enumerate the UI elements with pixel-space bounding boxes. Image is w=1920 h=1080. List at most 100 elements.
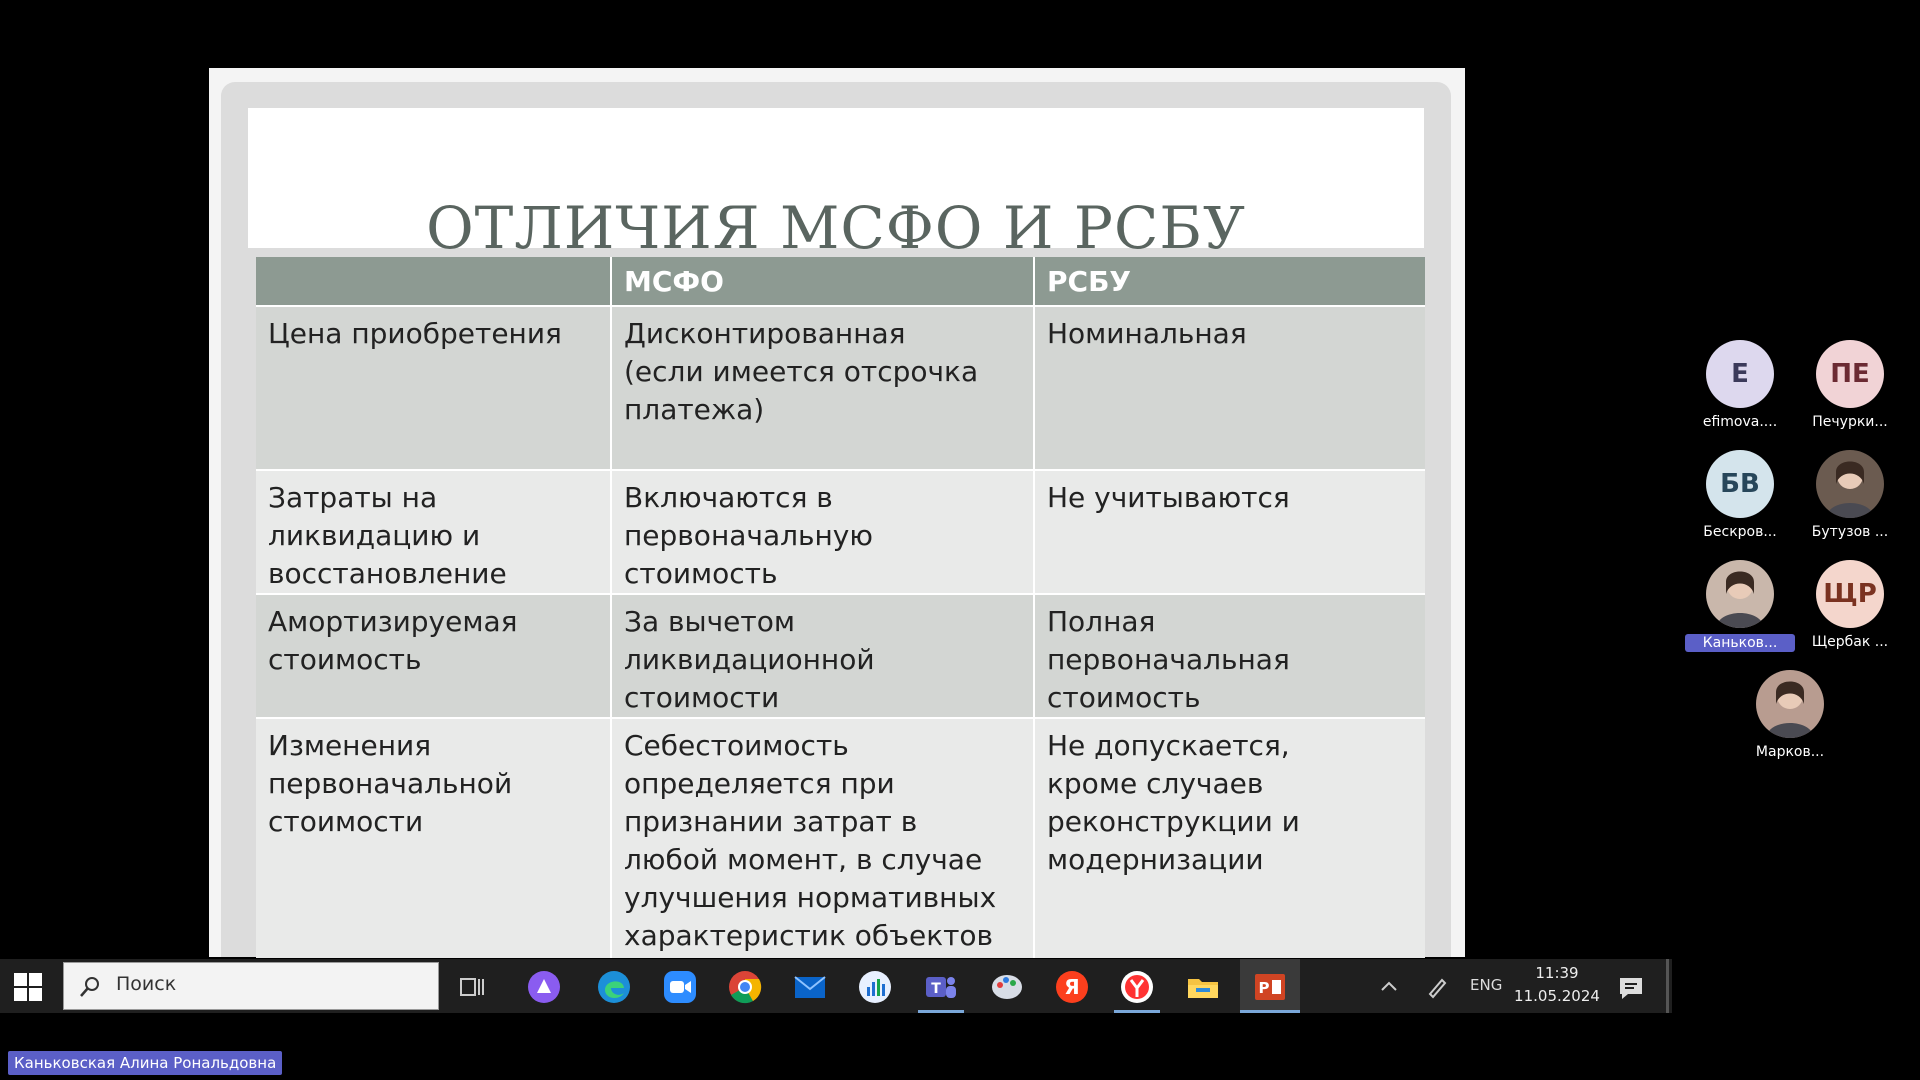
svg-text:T: T: [931, 981, 941, 997]
windows-taskbar: Поиск T Я P ENG 11:39 11.05.2024: [0, 959, 1672, 1013]
chevron-up-icon[interactable]: [1372, 970, 1406, 1004]
cell-text-line: улучшения нормативных: [624, 881, 997, 914]
cell-criterion: Затраты на ликвидацию и восстановление: [256, 469, 611, 594]
alice-icon[interactable]: [527, 970, 561, 1004]
teams-icon[interactable]: T: [924, 970, 958, 1004]
powerpoint-icon[interactable]: P: [1253, 970, 1287, 1004]
clock-time[interactable]: 11:39: [1522, 964, 1592, 982]
cell-criterion: Цена приобретения: [256, 305, 611, 470]
user-photo-icon: [1766, 681, 1814, 738]
cell-text-line: восстановление: [268, 557, 507, 590]
slide-frame: ОТЛИЧИЯ МСФО И РСБУ МСФО РСБУ Цена приоб…: [221, 82, 1451, 958]
svg-text:P: P: [1259, 979, 1270, 997]
participant-tile[interactable]: Марков...: [1735, 670, 1845, 760]
avatar: E: [1706, 340, 1774, 408]
cell-text-line: стоимость: [268, 643, 422, 676]
taskbar-search-box[interactable]: Поиск: [63, 962, 439, 1010]
notifications-icon[interactable]: [1614, 970, 1648, 1004]
pen-icon[interactable]: [1420, 970, 1454, 1004]
participant-tile[interactable]: ЩР Щербак ...: [1795, 560, 1905, 650]
cell-text-line: первоначальная: [1047, 643, 1290, 676]
cell-text-line: модернизации: [1047, 843, 1264, 876]
table-row: Изменения первоначальной стоимости Себестои…: [256, 717, 1425, 958]
table-header-ras: РСБУ: [1033, 257, 1425, 306]
cell-text-line: Не допускается,: [1047, 729, 1290, 762]
cell-ifrs: За вычетом ликвидационной стоимости: [610, 593, 1034, 718]
avatar-initials: БВ: [1720, 469, 1760, 499]
avatar-initials: ЩР: [1823, 579, 1877, 609]
table-row: Амортизируемая стоимость За вычетом ликвида…: [256, 593, 1425, 718]
cell-text-line: ликвидацию и: [268, 519, 481, 552]
windows-logo-icon: [14, 973, 42, 1001]
cell-ifrs: Включаются в первоначальную стоимость: [610, 469, 1034, 594]
table-header-criterion: [256, 257, 611, 306]
cell-ifrs: Себестоимость определяется при признании з…: [610, 717, 1034, 958]
cell-text-line: Затраты на: [268, 481, 438, 514]
participant-name: Бутузов ...: [1811, 524, 1889, 540]
table-header-ifrs: МСФО: [610, 257, 1034, 306]
cell-text-line: Не учитываются: [1047, 481, 1290, 514]
participant-tile[interactable]: Каньков...: [1685, 560, 1795, 652]
cell-text-line: Номинальная: [1047, 317, 1247, 350]
cell-text-line: стоимость: [1047, 681, 1201, 714]
participant-tile[interactable]: ПЕ Печурки...: [1795, 340, 1905, 430]
cell-ifrs: Дисконтированная (если имеется отсрочка пл…: [610, 305, 1034, 470]
slide-title-box: ОТЛИЧИЯ МСФО И РСБУ: [248, 108, 1424, 262]
cell-ras: Не допускается, кроме случаев реконструкци…: [1033, 717, 1425, 958]
cell-text-line: любой момент, в случае: [624, 843, 983, 876]
participant-name: Печурки...: [1812, 414, 1888, 430]
cell-ras: Полная первоначальная стоимость: [1033, 593, 1425, 718]
participant-tile[interactable]: БВ Бескров...: [1685, 450, 1795, 540]
cell-text-line: стоимости: [268, 805, 424, 838]
cell-text-line: Себестоимость: [624, 729, 849, 762]
cell-text-line: ликвидационной: [624, 643, 875, 676]
cell-text-line: признании затрат в: [624, 805, 918, 838]
cell-text-line: первоначальной: [268, 767, 513, 800]
table-row: Затраты на ликвидацию и восстановление Вклю…: [256, 469, 1425, 594]
file-explorer-icon[interactable]: [1186, 970, 1220, 1004]
yandex-icon[interactable]: [1120, 970, 1154, 1004]
search-input[interactable]: Поиск: [116, 973, 176, 995]
cell-ras: Не учитываются: [1033, 469, 1425, 594]
yandex-active-indicator: [1114, 1010, 1160, 1013]
paint-icon[interactable]: [990, 970, 1024, 1004]
participant-name: Бескров...: [1703, 524, 1777, 540]
task-view-icon[interactable]: [455, 970, 489, 1004]
mail-icon[interactable]: [793, 970, 827, 1004]
cell-text-line: Изменения: [268, 729, 432, 762]
cell-text-line: первоначальную: [624, 519, 873, 552]
stats-app-icon[interactable]: [858, 970, 892, 1004]
participant-tile[interactable]: Бутузов ...: [1795, 450, 1905, 540]
clock-date[interactable]: 11.05.2024: [1512, 987, 1602, 1005]
participant-name: efimova....: [1702, 414, 1778, 430]
svg-text:Я: Я: [1064, 975, 1079, 999]
cell-text-line: стоимость: [624, 557, 778, 590]
cell-text-line: реконструкции и: [1047, 805, 1300, 838]
table-row: Цена приобретения Дисконтированная (если и…: [256, 305, 1425, 470]
chrome-icon[interactable]: [728, 970, 762, 1004]
show-desktop-divider[interactable]: [1666, 959, 1669, 1013]
participant-name: Щербак ...: [1811, 634, 1889, 650]
avatar: [1756, 670, 1824, 738]
teams-active-indicator: [918, 1010, 964, 1013]
avatar: ЩР: [1816, 560, 1884, 628]
presentation-slide: ОТЛИЧИЯ МСФО И РСБУ МСФО РСБУ Цена приоб…: [209, 68, 1465, 958]
start-button[interactable]: [14, 973, 42, 1001]
language-indicator[interactable]: ENG: [1470, 976, 1502, 994]
participant-tile[interactable]: Eefimova....: [1685, 340, 1795, 430]
cell-text-line: кроме случаев: [1047, 767, 1264, 800]
powerpoint-active-indicator: [1240, 1010, 1300, 1013]
participant-name: Каньков...: [1685, 634, 1795, 652]
zoom-icon[interactable]: [663, 970, 697, 1004]
search-icon: [80, 977, 99, 997]
cell-criterion: Изменения первоначальной стоимости: [256, 717, 611, 958]
cell-text-line: определяется при: [624, 767, 895, 800]
cell-text-line: Полная: [1047, 605, 1156, 638]
yandex-browser-icon[interactable]: Я: [1055, 970, 1089, 1004]
edge-icon[interactable]: [597, 970, 631, 1004]
cell-text-line: За вычетом: [624, 605, 795, 638]
cell-text-line: Цена приобретения: [268, 317, 562, 350]
avatar-initials: ПЕ: [1830, 359, 1870, 389]
speaker-name-label: Каньковская Алина Рональдовна: [8, 1051, 283, 1075]
cell-text-line: (если имеется отсрочка: [624, 355, 979, 388]
